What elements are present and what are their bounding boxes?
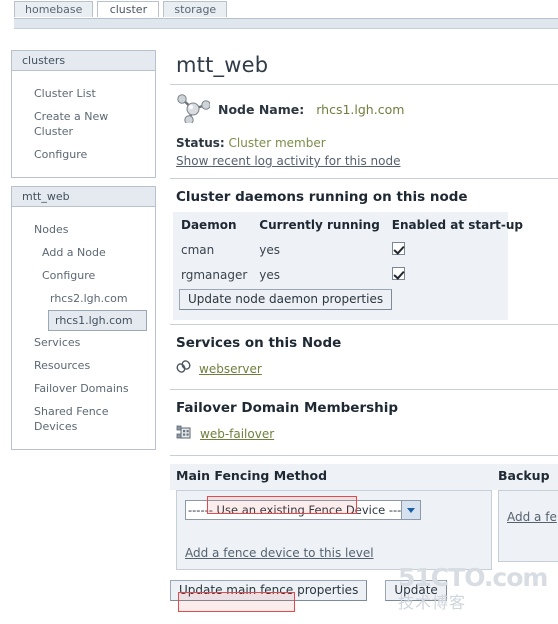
col-enabled: Enabled at start-up <box>391 218 523 232</box>
tab-strip: homebase cluster storage <box>14 1 231 19</box>
node-name-value: rhcs1.lgh.com <box>316 102 405 117</box>
failover-item-row: web-failover <box>170 423 558 451</box>
show-recent-log-activity-link[interactable]: Show recent log activity for this node <box>176 154 400 168</box>
node-status: Status: Cluster member <box>170 130 558 152</box>
log-activity-row: Show recent log activity for this node <box>170 152 558 174</box>
failover-domain-link-web-failover[interactable]: web-failover <box>200 427 274 441</box>
add-fence-device-backup-link[interactable]: Add a fe <box>507 510 557 524</box>
cluster-node-icon <box>176 93 211 126</box>
sidebar-item-shared-fence-devices[interactable]: Shared Fence Devices <box>34 400 155 438</box>
main-fencing-heading: Main Fencing Method <box>170 464 492 490</box>
fencing-footer: Update main fence properties Update <box>170 580 558 601</box>
failover-heading: Failover Domain Membership <box>176 400 399 416</box>
checkbox-enabled-rgmanager[interactable] <box>391 267 405 280</box>
node-status-label: Status: <box>176 136 225 150</box>
main-content: mtt_web Node Name: rhcs1.lgh.com Status:… <box>170 50 558 456</box>
sidebar-item-configure-nodes[interactable]: Configure <box>42 264 155 287</box>
services-heading: Services on this Node <box>176 335 342 351</box>
add-fence-device-to-level-link[interactable]: Add a fence device to this level <box>185 546 374 560</box>
backup-fencing-box: Add a fe <box>498 490 558 562</box>
daemon-enabled-cell-rgmanager <box>390 264 533 289</box>
table-row: cman yes <box>179 239 533 264</box>
daemons-table-header-row: Daemon Currently running Enabled at star… <box>179 216 533 239</box>
sidebar-panel-title-mtt-web: mtt_web <box>12 187 155 207</box>
sidebar-item-failover-domains[interactable]: Failover Domains <box>34 377 155 400</box>
node-status-value: Cluster member <box>228 136 326 150</box>
fencing-columns: Main Fencing Method ------ Use an existi… <box>170 464 558 570</box>
main-fencing-box: ------ Use an existing Fence Device ----… <box>176 490 492 570</box>
main-fencing-column: Main Fencing Method ------ Use an existi… <box>170 464 492 570</box>
sidebar-item-services[interactable]: Services <box>34 331 155 354</box>
table-row: rgmanager yes <box>179 264 533 289</box>
top-tab-bar: homebase cluster storage <box>0 0 558 29</box>
daemons-panel: Daemon Currently running Enabled at star… <box>173 212 523 320</box>
daemons-heading: Cluster daemons running on this node <box>176 189 468 205</box>
fence-device-select-wrapper: ------ Use an existing Fence Device ----… <box>185 500 421 520</box>
daemon-running-rgmanager: yes <box>259 268 281 282</box>
daemon-running-cman: yes <box>259 243 281 257</box>
sidebar-item-resources[interactable]: Resources <box>34 354 155 377</box>
tab-cluster[interactable]: cluster <box>97 1 160 17</box>
sidebar-panel-body-mtt-web: Nodes Add a Node Configure rhcs2.lgh.com… <box>12 207 155 449</box>
fence-device-select[interactable]: ------ Use an existing Fence Device ----… <box>185 500 421 520</box>
sidebar-item-rhcs2[interactable]: rhcs2.lgh.com <box>50 287 155 310</box>
tab-homebase[interactable]: homebase <box>14 1 94 17</box>
daemons-table: Daemon Currently running Enabled at star… <box>179 216 533 289</box>
sidebar-panel-clusters: clusters Cluster List Create a New Clust… <box>11 50 156 178</box>
page-title: mtt_web <box>170 50 558 85</box>
daemon-name-cman: cman <box>181 243 215 257</box>
sidebar-item-configure[interactable]: Configure <box>34 143 155 166</box>
divider-after-failover <box>170 455 558 456</box>
update-node-daemon-properties-button[interactable]: Update node daemon properties <box>179 289 393 310</box>
sidebar: clusters Cluster List Create a New Clust… <box>11 50 156 458</box>
checkbox-enabled-cman[interactable] <box>391 242 405 255</box>
backup-fencing-heading: Backup <box>492 464 558 490</box>
col-daemon: Daemon <box>181 218 237 232</box>
sidebar-item-nodes[interactable]: Nodes <box>34 218 155 241</box>
col-running: Currently running <box>259 218 380 232</box>
daemon-name-rgmanager: rgmanager <box>181 268 248 282</box>
failover-domain-icon <box>176 425 192 443</box>
node-name-label: Node Name: <box>218 102 305 117</box>
update-main-fence-properties-button[interactable]: Update main fence properties <box>170 580 368 601</box>
fencing-section: Main Fencing Method ------ Use an existi… <box>170 464 558 601</box>
update-backup-fence-properties-button[interactable]: Update <box>385 580 447 601</box>
service-item-row: webserver <box>170 358 558 385</box>
sidebar-panel-body-clusters: Cluster List Create a New Cluster Config… <box>12 71 155 177</box>
sidebar-item-cluster-list[interactable]: Cluster List <box>34 82 155 105</box>
sidebar-panel-mtt-web: mtt_web Nodes Add a Node Configure rhcs2… <box>11 186 156 450</box>
sidebar-item-rhcs1[interactable]: rhcs1.lgh.com <box>48 310 147 331</box>
service-link-icon <box>176 360 191 377</box>
service-link-webserver[interactable]: webserver <box>199 362 262 376</box>
sidebar-item-create-a-new-cluster[interactable]: Create a New Cluster <box>34 105 155 143</box>
tab-storage[interactable]: storage <box>163 1 228 17</box>
node-header: Node Name: rhcs1.lgh.com <box>170 85 558 130</box>
tab-subbar <box>14 19 558 29</box>
sidebar-panel-title-clusters: clusters <box>12 51 155 71</box>
backup-fencing-column: Backup Add a fe <box>492 464 558 570</box>
sidebar-item-add-a-node[interactable]: Add a Node <box>42 241 155 264</box>
daemon-enabled-cell-cman <box>390 239 533 264</box>
